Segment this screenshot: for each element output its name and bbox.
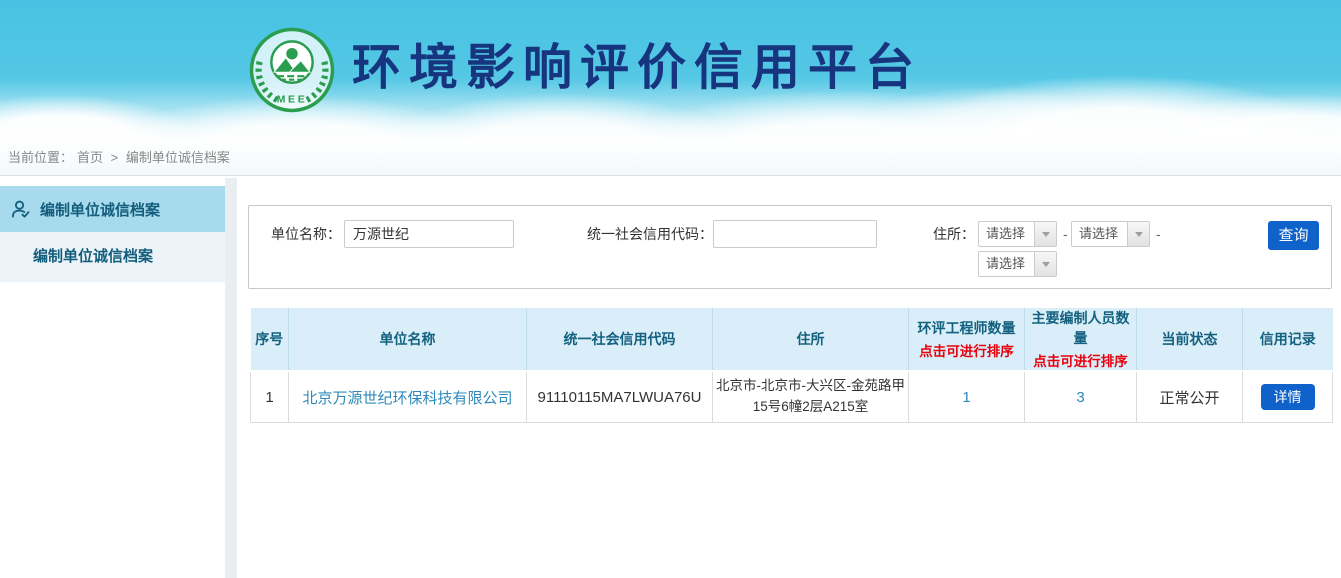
query-button[interactable]: 查询	[1268, 221, 1319, 250]
sort-staff-count[interactable]: 点击可进行排序	[1027, 350, 1134, 370]
cell-address: 北京市-北京市-大兴区-金苑路甲15号6幢2层A215室	[713, 371, 909, 423]
cell-index: 1	[251, 371, 289, 423]
address-province-select[interactable]: 请选择	[978, 221, 1057, 247]
breadcrumb-current: 编制单位诚信档案	[126, 150, 230, 165]
dropdown-button[interactable]	[1034, 252, 1056, 276]
address-city-select[interactable]: 请选择	[1071, 221, 1150, 247]
cell-staff-count: 3	[1025, 371, 1137, 423]
col-header-address: 住所	[713, 308, 909, 371]
address-district-select[interactable]: 请选择	[978, 251, 1057, 277]
address-city-value: 请选择	[1072, 222, 1127, 246]
col-header-staff-count: 主要编制人员数量 点击可进行排序	[1025, 308, 1137, 371]
cell-status: 正常公开	[1137, 371, 1243, 423]
chevron-down-icon	[1042, 232, 1050, 237]
address-dash: -	[1156, 221, 1161, 247]
table-row: 1 北京万源世纪环保科技有限公司 91110115MA7LWUA76U 北京市-…	[251, 371, 1333, 423]
cell-credit-code: 91110115MA7LWUA76U	[527, 371, 713, 423]
sort-engineer-count[interactable]: 点击可进行排序	[911, 340, 1022, 360]
site-header: MEE 环境影响评价信用平台	[0, 0, 1341, 140]
result-table: 序号 单位名称 统一社会信用代码 住所 环评工程师数量 点击可进行排序 主要编制…	[250, 308, 1333, 423]
col-header-credit-code: 统一社会信用代码	[527, 308, 713, 371]
cell-company: 北京万源世纪环保科技有限公司	[289, 371, 527, 423]
address-label: 住所：	[933, 220, 975, 248]
sidebar-item-unit-credit-archive[interactable]: 编制单位诚信档案	[0, 186, 225, 232]
chevron-down-icon	[1042, 262, 1050, 267]
search-panel: 单位名称： 统一社会信用代码： 住所： 请选择 - 请选择 - 请选择 查询	[248, 205, 1332, 289]
unit-name-label: 单位名称：	[271, 220, 341, 248]
credit-code-label: 统一社会信用代码：	[587, 220, 713, 248]
address-province-value: 请选择	[979, 222, 1034, 246]
page-title: 环境影响评价信用平台	[352, 44, 922, 93]
mee-logo-icon: MEE	[248, 26, 336, 114]
mee-logo-text: MEE	[277, 94, 308, 106]
sidebar-subitem-unit-credit-archive[interactable]: 编制单位诚信档案	[0, 232, 225, 282]
breadcrumb-separator: >	[111, 150, 119, 165]
sidebar-divider	[225, 178, 237, 578]
col-header-company: 单位名称	[289, 308, 527, 371]
unit-name-input[interactable]	[344, 220, 514, 248]
sidebar-item-label: 编制单位诚信档案	[40, 199, 160, 220]
address-district-value: 请选择	[979, 252, 1034, 276]
company-link[interactable]: 北京万源世纪环保科技有限公司	[302, 390, 512, 407]
dropdown-button[interactable]	[1127, 222, 1149, 246]
breadcrumb-prefix: 当前位置：	[8, 150, 73, 165]
address-dash: -	[1063, 221, 1068, 247]
detail-button[interactable]: 详情	[1261, 384, 1315, 410]
breadcrumb-home-link[interactable]: 首页	[77, 150, 103, 165]
user-check-icon	[10, 199, 31, 220]
credit-code-input[interactable]	[713, 220, 877, 248]
breadcrumb: 当前位置： 首页 > 编制单位诚信档案	[0, 140, 1341, 176]
cell-credit-record: 详情	[1243, 371, 1333, 423]
col-header-status: 当前状态	[1137, 308, 1243, 371]
engineer-count-link[interactable]: 1	[962, 389, 970, 406]
col-header-credit-record: 信用记录	[1243, 308, 1333, 371]
chevron-down-icon	[1135, 232, 1143, 237]
col-header-engineer-count: 环评工程师数量 点击可进行排序	[909, 308, 1025, 371]
table-header-row: 序号 单位名称 统一社会信用代码 住所 环评工程师数量 点击可进行排序 主要编制…	[251, 308, 1333, 371]
dropdown-button[interactable]	[1034, 222, 1056, 246]
col-header-index: 序号	[251, 308, 289, 371]
cell-engineer-count: 1	[909, 371, 1025, 423]
staff-count-link[interactable]: 3	[1076, 389, 1084, 406]
